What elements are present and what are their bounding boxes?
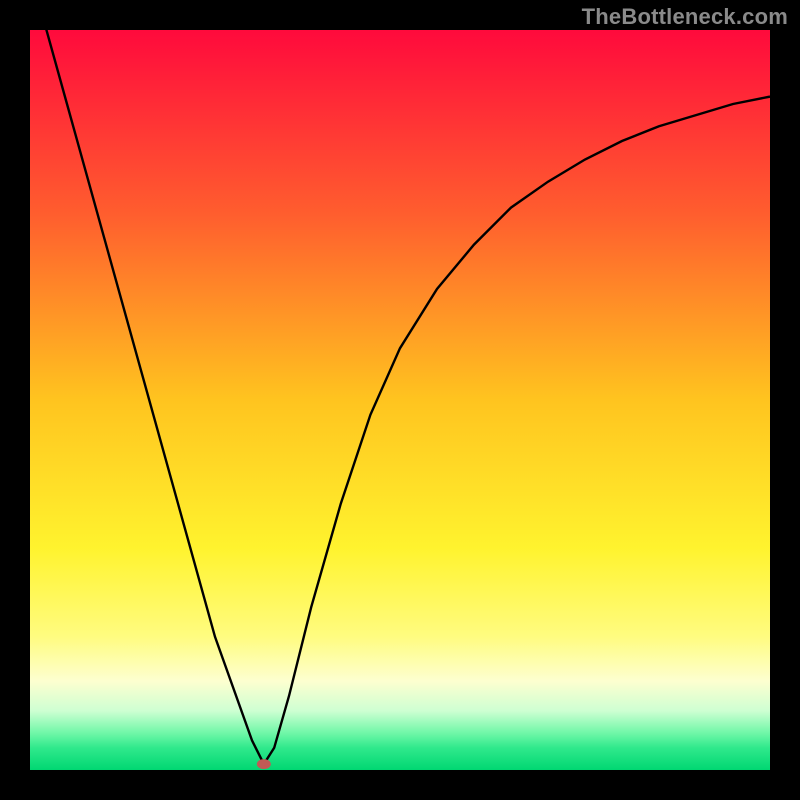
chart-frame: { "attribution": "TheBottleneck.com", "c…	[0, 0, 800, 800]
minimum-point-dot	[257, 759, 271, 769]
attribution-label: TheBottleneck.com	[582, 4, 788, 30]
plot-background	[30, 30, 770, 770]
bottleneck-chart	[0, 0, 800, 800]
